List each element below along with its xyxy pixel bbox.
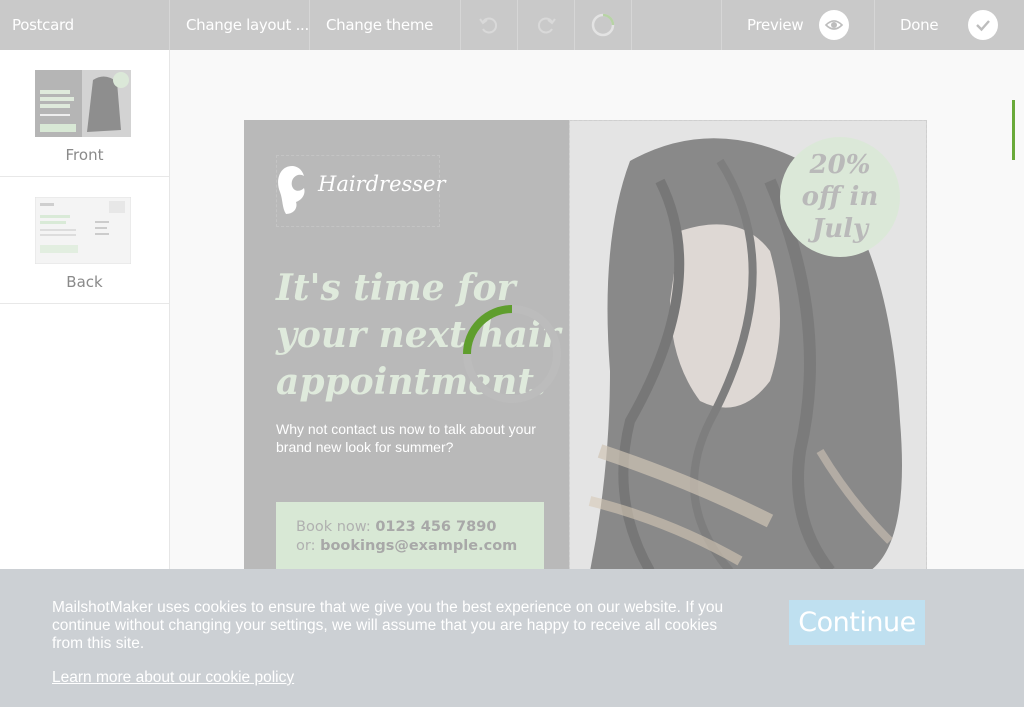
loading-spinner bbox=[463, 305, 561, 403]
email-prefix: or: bbox=[296, 538, 321, 554]
check-icon bbox=[976, 20, 990, 32]
change-layout-button[interactable]: Change layout ... bbox=[186, 0, 309, 50]
done-button[interactable]: Done bbox=[900, 0, 939, 50]
page-thumb-front[interactable]: Front bbox=[0, 50, 169, 177]
phone-number: 0123 456 7890 bbox=[375, 519, 497, 535]
page-label-back: Back bbox=[66, 273, 103, 291]
redo-icon bbox=[538, 17, 556, 34]
phone-line: Book now: 0123 456 7890 bbox=[296, 519, 496, 535]
page-label-front: Front bbox=[65, 146, 104, 164]
hair-logo-icon bbox=[278, 166, 305, 214]
undo-icon bbox=[479, 17, 497, 34]
logo-text: Hairdresser bbox=[318, 172, 446, 196]
email-line: or: bookings@example.com bbox=[296, 538, 517, 554]
loading-ring-icon bbox=[591, 13, 615, 37]
undo-button[interactable] bbox=[461, 0, 517, 50]
offer-line: 20% bbox=[809, 150, 871, 180]
phone-prefix: Book now: bbox=[296, 519, 376, 535]
offer-line: off in bbox=[801, 182, 879, 212]
page-thumb-back[interactable]: Back bbox=[0, 177, 169, 304]
top-toolbar: Postcard Change layout ... Change theme … bbox=[0, 0, 1024, 50]
offer-line: July bbox=[811, 214, 869, 244]
back-thumbnail bbox=[35, 197, 131, 264]
cookie-message: MailshotMaker uses cookies to ensure tha… bbox=[52, 599, 724, 652]
continue-button[interactable]: Continue bbox=[789, 600, 925, 645]
redo-button[interactable] bbox=[518, 0, 574, 50]
preview-icon-button[interactable] bbox=[819, 0, 849, 50]
cookie-policy-link[interactable]: Learn more about our cookie policy bbox=[52, 669, 294, 687]
subtext[interactable]: Why not contact us now to talk about you… bbox=[276, 420, 536, 456]
eye-icon bbox=[824, 20, 844, 30]
cookie-banner: MailshotMaker uses cookies to ensure tha… bbox=[0, 569, 1024, 707]
email-address: bookings@example.com bbox=[320, 538, 518, 554]
offer-badge[interactable]: 20% off in July bbox=[780, 137, 900, 257]
contact-box[interactable]: Book now: 0123 456 7890 or: bookings@exa… bbox=[276, 502, 544, 570]
preview-button[interactable]: Preview bbox=[747, 0, 804, 50]
done-icon-button[interactable] bbox=[968, 0, 998, 50]
change-theme-button[interactable]: Change theme bbox=[326, 0, 433, 50]
front-thumbnail bbox=[35, 70, 131, 137]
loading-progress-arc bbox=[463, 305, 513, 355]
scroll-indicator bbox=[1012, 100, 1015, 160]
status-indicator bbox=[575, 0, 631, 50]
document-title: Postcard bbox=[12, 16, 74, 34]
